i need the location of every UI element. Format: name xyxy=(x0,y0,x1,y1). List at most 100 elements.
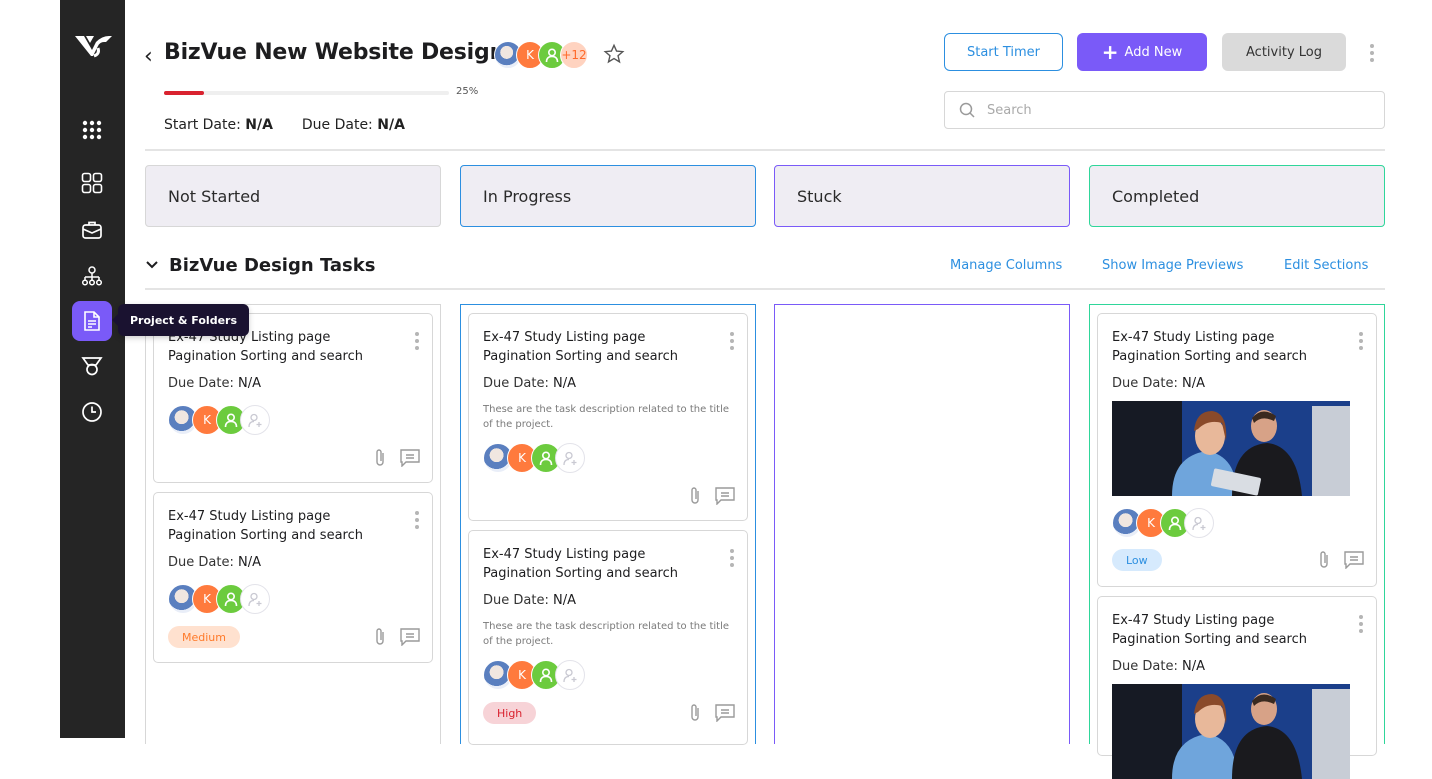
sidebar-item-history[interactable] xyxy=(72,392,112,432)
manage-columns-link[interactable]: Manage Columns xyxy=(950,258,1062,273)
activity-log-button[interactable]: Activity Log xyxy=(1222,33,1346,71)
add-assignee-button[interactable] xyxy=(240,584,270,614)
apps-grid-icon xyxy=(82,120,102,140)
add-assignee-button[interactable] xyxy=(240,405,270,435)
show-image-previews-link[interactable]: Show Image Previews xyxy=(1102,258,1243,273)
card-actions xyxy=(374,448,420,468)
sidebar-item-project-folders[interactable] xyxy=(72,301,112,341)
briefcase-icon xyxy=(82,221,102,239)
card-more-icon[interactable] xyxy=(1356,332,1366,350)
star-icon[interactable] xyxy=(603,43,625,65)
column-header-completed[interactable]: Completed xyxy=(1089,165,1385,227)
sidebar-item-dashboard[interactable] xyxy=(72,163,112,203)
task-title: Ex-47 Study Listing page Pagination Sorti… xyxy=(1112,613,1307,647)
priority-badge-medium[interactable]: Medium xyxy=(168,626,240,648)
task-card[interactable]: Ex-47 Study Listing page Pagination Sorti… xyxy=(153,492,433,663)
due-date-label: Due Date: xyxy=(301,117,373,133)
paperclip-icon[interactable] xyxy=(374,448,386,468)
card-actions xyxy=(1318,550,1364,570)
priority-badge-low[interactable]: Low xyxy=(1112,549,1162,571)
task-description: These are the task description related t… xyxy=(483,404,729,430)
app-frame: Project & Folders ‹ BizVue New Website D… xyxy=(0,0,1432,779)
column-header-in-progress[interactable]: In Progress xyxy=(460,165,756,227)
sidebar-item-awards[interactable] xyxy=(72,346,112,386)
task-description: These are the task description related t… xyxy=(483,621,729,647)
task-card[interactable]: Ex-47 Study Listing page Pagination Sorti… xyxy=(468,530,748,745)
user-icon xyxy=(539,451,553,466)
task-due-date: Due Date: N/A xyxy=(168,376,261,391)
sidebar-item-apps[interactable] xyxy=(72,110,112,150)
user-icon xyxy=(224,592,238,607)
user-icon xyxy=(545,48,559,63)
task-card[interactable]: Ex-47 Study Listing page Pagination Sorti… xyxy=(153,313,433,483)
search-box[interactable] xyxy=(944,91,1385,129)
task-title: Ex-47 Study Listing page Pagination Sorti… xyxy=(483,330,678,364)
task-assignees[interactable]: K xyxy=(168,405,270,435)
paperclip-icon[interactable] xyxy=(374,627,386,647)
comment-icon[interactable] xyxy=(1344,551,1364,569)
card-more-icon[interactable] xyxy=(1356,615,1366,633)
column-header-stuck[interactable]: Stuck xyxy=(774,165,1070,227)
lane-in-progress: Ex-47 Study Listing page Pagination Sorti… xyxy=(460,304,756,745)
user-icon xyxy=(1168,516,1182,531)
task-assignees[interactable]: K xyxy=(1112,508,1214,538)
task-assignees[interactable]: K xyxy=(168,584,270,614)
sidebar-item-briefcase[interactable] xyxy=(72,210,112,250)
user-icon xyxy=(539,668,553,683)
add-user-icon xyxy=(248,413,262,428)
task-card[interactable]: Ex-47 Study Listing page Pagination Sorti… xyxy=(1097,313,1377,587)
org-chart-icon xyxy=(81,266,103,286)
task-due-date: Due Date: N/A xyxy=(483,593,576,608)
clock-icon xyxy=(82,402,102,422)
add-assignee-button[interactable] xyxy=(1184,508,1214,538)
more-options-icon[interactable] xyxy=(1365,41,1379,65)
add-assignee-button[interactable] xyxy=(555,660,585,690)
lane-not-started: Ex-47 Study Listing page Pagination Sorti… xyxy=(145,304,441,744)
card-actions xyxy=(374,627,420,647)
paperclip-icon[interactable] xyxy=(1318,550,1330,570)
progress-label: 25% xyxy=(456,86,479,97)
comment-icon[interactable] xyxy=(715,704,735,722)
add-user-icon xyxy=(248,592,262,607)
bizvue-logo[interactable] xyxy=(72,28,114,62)
task-card[interactable]: Ex-47 Study Listing page Pagination Sorti… xyxy=(468,313,748,521)
start-timer-button[interactable]: Start Timer xyxy=(944,33,1063,71)
add-new-button[interactable]: + Add New xyxy=(1077,33,1207,71)
card-actions xyxy=(689,486,735,506)
card-actions xyxy=(689,703,735,723)
back-chevron-icon[interactable]: ‹ xyxy=(144,44,153,69)
sidebar-tooltip: Project & Folders xyxy=(111,304,250,336)
progress-bar xyxy=(164,91,449,95)
task-image-preview[interactable] xyxy=(1112,401,1350,496)
task-title: Ex-47 Study Listing page Pagination Sorti… xyxy=(1112,330,1307,364)
add-assignee-button[interactable] xyxy=(555,443,585,473)
card-more-icon[interactable] xyxy=(412,332,422,350)
column-header-not-started[interactable]: Not Started xyxy=(145,165,441,227)
comment-icon[interactable] xyxy=(400,449,420,467)
lane-stuck xyxy=(774,304,1070,744)
project-members[interactable]: K +12 xyxy=(494,41,588,69)
priority-badge-high[interactable]: High xyxy=(483,702,537,724)
task-image-preview[interactable] xyxy=(1112,684,1350,779)
task-assignees[interactable]: K xyxy=(483,443,585,473)
task-title: Ex-47 Study Listing page Pagination Sorti… xyxy=(168,509,363,543)
task-card[interactable]: Ex-47 Study Listing page Pagination Sorti… xyxy=(1097,596,1377,779)
card-more-icon[interactable] xyxy=(412,511,422,529)
sidebar-item-org-chart[interactable] xyxy=(72,256,112,296)
card-more-icon[interactable] xyxy=(727,332,737,350)
chevron-down-icon[interactable] xyxy=(145,257,159,271)
edit-sections-link[interactable]: Edit Sections xyxy=(1284,258,1368,273)
task-due-date: Due Date: N/A xyxy=(483,376,576,391)
page-title: BizVue New Website Design xyxy=(164,40,506,65)
comment-icon[interactable] xyxy=(400,628,420,646)
paperclip-icon[interactable] xyxy=(689,703,701,723)
add-user-icon xyxy=(563,451,577,466)
comment-icon[interactable] xyxy=(715,487,735,505)
card-more-icon[interactable] xyxy=(727,549,737,567)
paperclip-icon[interactable] xyxy=(689,486,701,506)
lane-completed: Ex-47 Study Listing page Pagination Sorti… xyxy=(1089,304,1385,779)
search-input[interactable] xyxy=(987,102,1367,118)
task-assignees[interactable]: K xyxy=(483,660,585,690)
more-members-badge[interactable]: +12 xyxy=(560,41,588,69)
medal-icon xyxy=(81,357,103,376)
